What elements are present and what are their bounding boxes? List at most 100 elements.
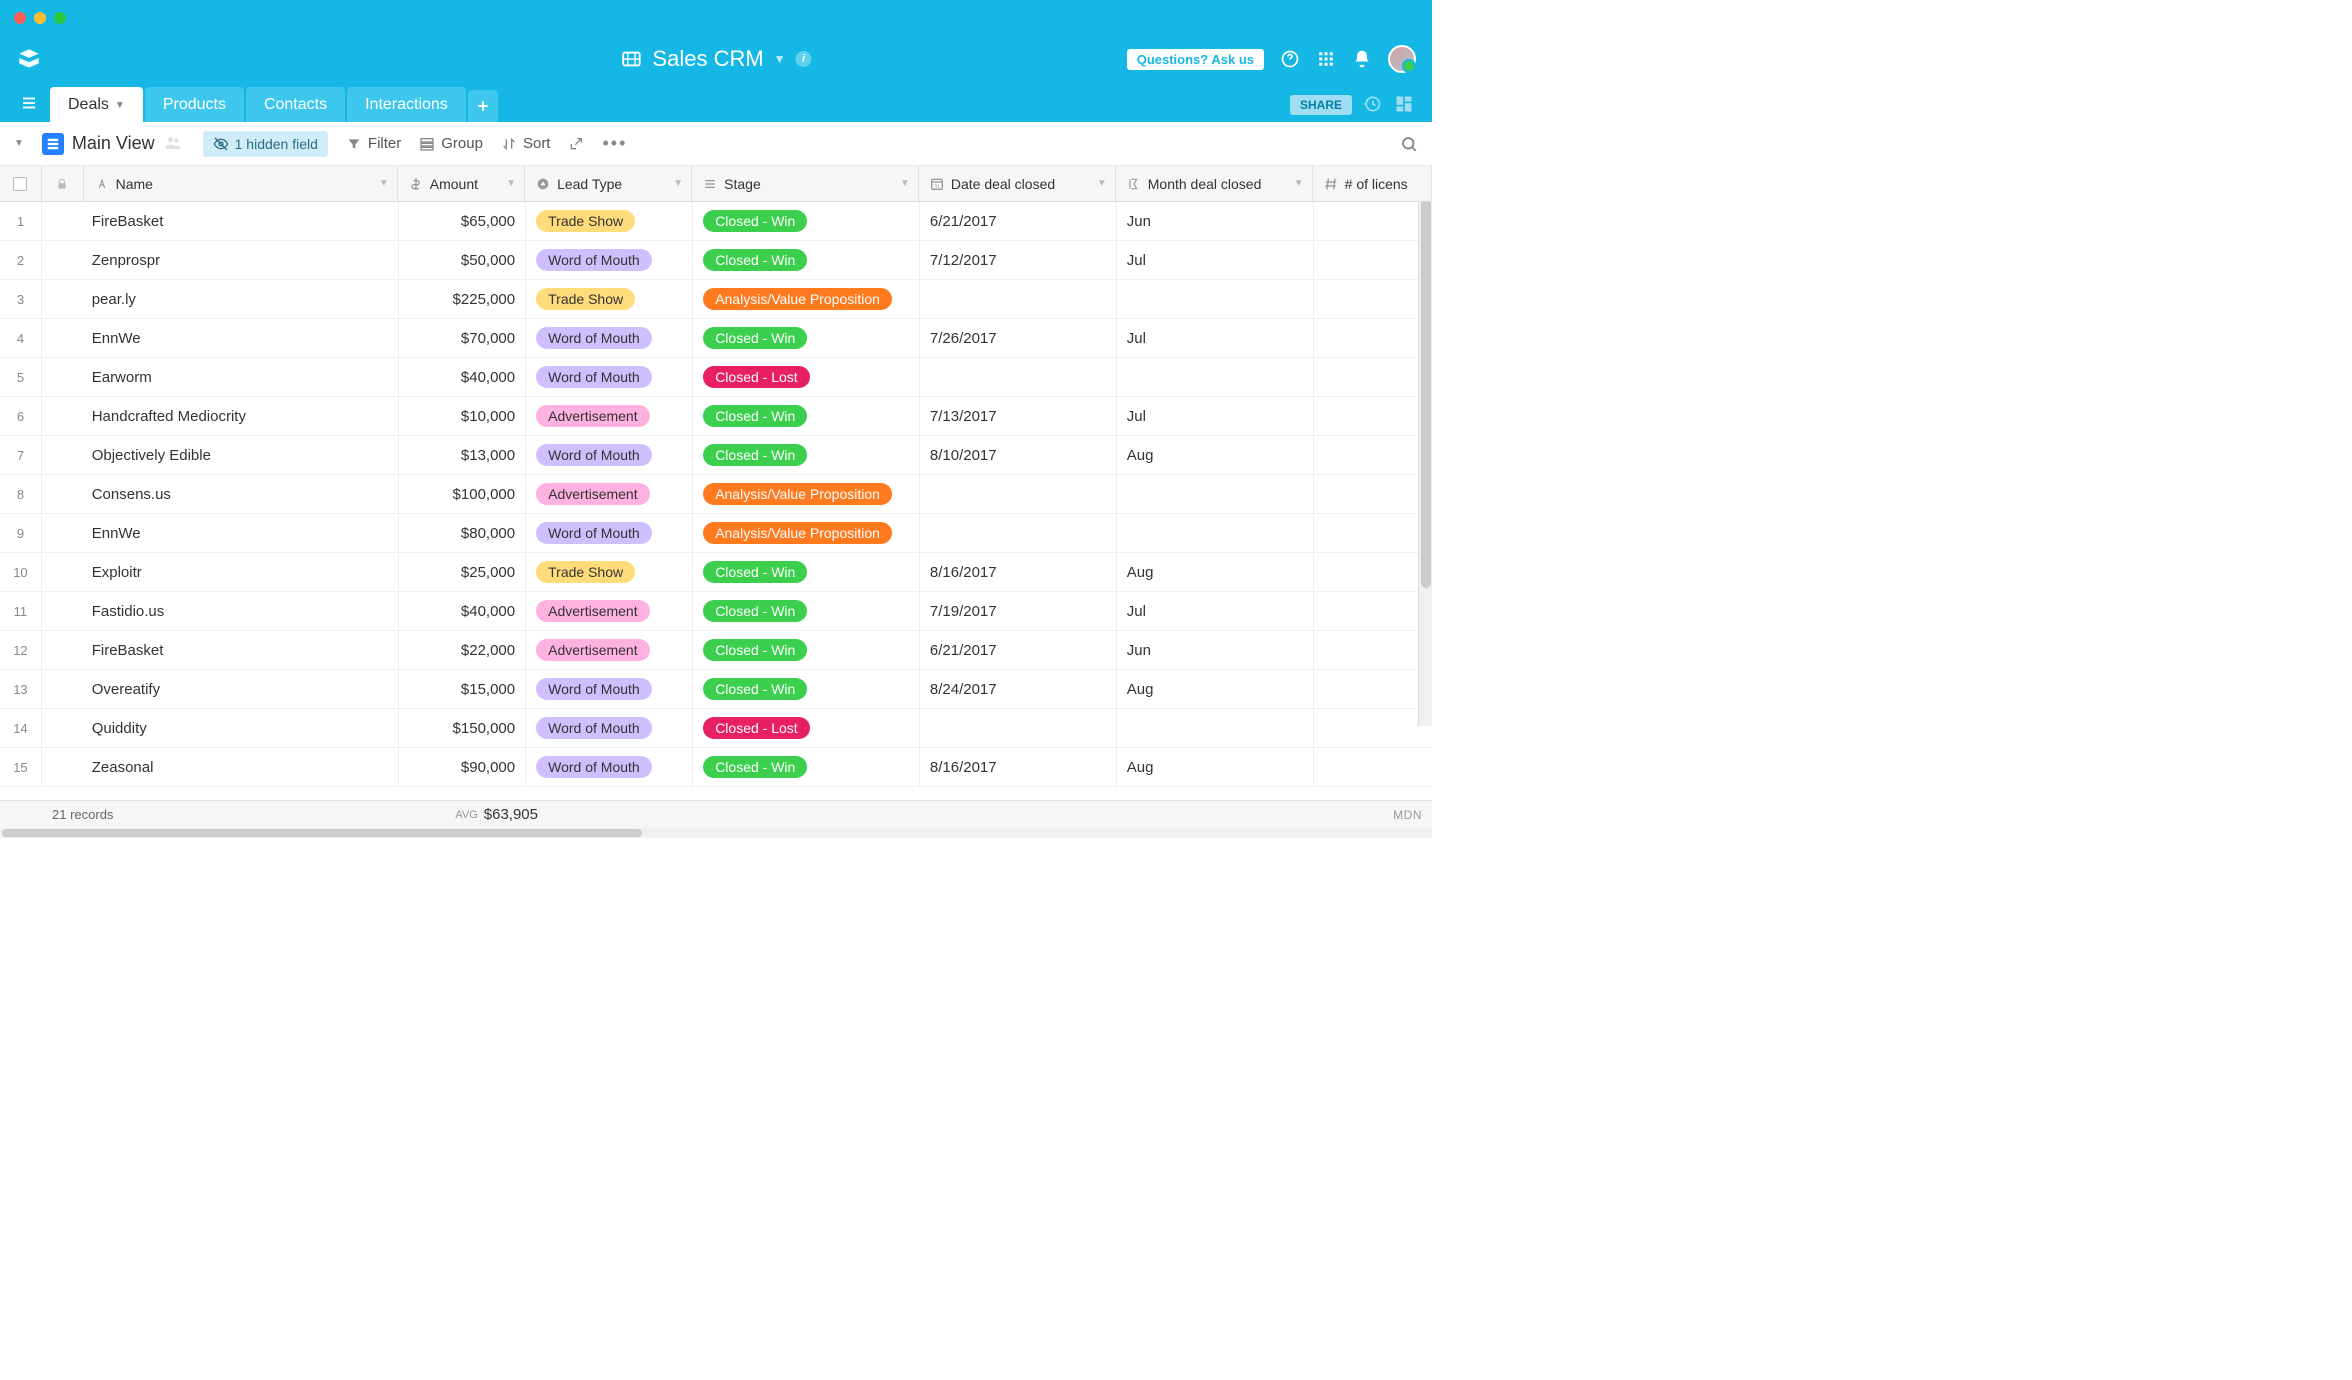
cell-amount[interactable]: $90,000 bbox=[398, 748, 525, 786]
chevron-down-icon[interactable]: ▼ bbox=[115, 100, 125, 111]
user-avatar[interactable] bbox=[1388, 45, 1416, 73]
cell-name[interactable]: Consens.us bbox=[84, 475, 398, 513]
ask-us-button[interactable]: Questions? Ask us bbox=[1127, 49, 1264, 70]
table-row[interactable]: 2Zenprospr$50,000Word of MouthClosed ‑ W… bbox=[0, 241, 1432, 280]
tab-contacts[interactable]: Contacts bbox=[246, 87, 345, 122]
cell-name[interactable]: Exploitr bbox=[84, 553, 398, 591]
table-row[interactable]: 5Earworm$40,000Word of MouthClosed ‑ Los… bbox=[0, 358, 1432, 397]
table-row[interactable]: 12FireBasket$22,000AdvertisementClosed ‑… bbox=[0, 631, 1432, 670]
cell-lead-type[interactable]: Trade Show bbox=[525, 202, 692, 240]
cell-stage[interactable]: Closed ‑ Win bbox=[692, 202, 919, 240]
cell-month-closed[interactable]: Aug bbox=[1116, 670, 1313, 708]
cell-licenses[interactable] bbox=[1313, 358, 1432, 396]
cell-date-closed[interactable]: 7/12/2017 bbox=[919, 241, 1116, 279]
cell-stage[interactable]: Closed ‑ Win bbox=[692, 241, 919, 279]
cell-licenses[interactable] bbox=[1313, 592, 1432, 630]
cell-date-closed[interactable] bbox=[919, 709, 1116, 747]
cell-date-closed[interactable]: 8/24/2017 bbox=[919, 670, 1116, 708]
cell-date-closed[interactable] bbox=[919, 280, 1116, 318]
cell-lead-type[interactable]: Word of Mouth bbox=[525, 358, 692, 396]
cell-licenses[interactable] bbox=[1313, 202, 1432, 240]
group-button[interactable]: Group bbox=[419, 135, 483, 152]
cell-month-closed[interactable]: Jun bbox=[1116, 631, 1313, 669]
sort-button[interactable]: Sort bbox=[501, 135, 551, 152]
cell-lead-type[interactable]: Advertisement bbox=[525, 631, 692, 669]
cell-name[interactable]: Objectively Edible bbox=[84, 436, 398, 474]
chevron-down-icon[interactable]: ▼ bbox=[1294, 178, 1304, 189]
blocks-icon[interactable] bbox=[1394, 94, 1416, 116]
cell-stage[interactable]: Analysis/Value Proposition bbox=[692, 475, 919, 513]
title-dropdown-icon[interactable]: ▼ bbox=[774, 52, 786, 66]
tab-deals[interactable]: Deals▼ bbox=[50, 87, 143, 122]
cell-lead-type[interactable]: Trade Show bbox=[525, 553, 692, 591]
cell-date-closed[interactable]: 7/26/2017 bbox=[919, 319, 1116, 357]
cell-month-closed[interactable]: Aug bbox=[1116, 436, 1313, 474]
chevron-down-icon[interactable]: ▼ bbox=[900, 178, 910, 189]
cell-amount[interactable]: $100,000 bbox=[398, 475, 525, 513]
cell-name[interactable]: pear.ly bbox=[84, 280, 398, 318]
cell-date-closed[interactable]: 8/16/2017 bbox=[919, 748, 1116, 786]
table-row[interactable]: 10Exploitr$25,000Trade ShowClosed ‑ Win8… bbox=[0, 553, 1432, 592]
cell-stage[interactable]: Closed ‑ Win bbox=[692, 748, 919, 786]
table-row[interactable]: 3pear.ly$225,000Trade ShowAnalysis/Value… bbox=[0, 280, 1432, 319]
cell-stage[interactable]: Analysis/Value Proposition bbox=[692, 514, 919, 552]
cell-amount[interactable]: $150,000 bbox=[398, 709, 525, 747]
cell-name[interactable]: Handcrafted Mediocrity bbox=[84, 397, 398, 435]
cell-licenses[interactable] bbox=[1313, 709, 1432, 747]
cell-month-closed[interactable]: Jul bbox=[1116, 241, 1313, 279]
cell-date-closed[interactable]: 7/19/2017 bbox=[919, 592, 1116, 630]
select-all-checkbox[interactable] bbox=[13, 177, 27, 191]
cell-amount[interactable]: $25,000 bbox=[398, 553, 525, 591]
cell-stage[interactable]: Closed ‑ Win bbox=[692, 670, 919, 708]
collaborators-icon[interactable] bbox=[163, 133, 185, 155]
cell-amount[interactable]: $40,000 bbox=[398, 592, 525, 630]
cell-stage[interactable]: Analysis/Value Proposition bbox=[692, 280, 919, 318]
cell-licenses[interactable] bbox=[1313, 436, 1432, 474]
table-row[interactable]: 7Objectively Edible$13,000Word of MouthC… bbox=[0, 436, 1432, 475]
table-row[interactable]: 4EnnWe$70,000Word of MouthClosed ‑ Win7/… bbox=[0, 319, 1432, 358]
tab-products[interactable]: Products bbox=[145, 87, 244, 122]
zoom-window-button[interactable] bbox=[54, 12, 66, 24]
cell-amount[interactable]: $65,000 bbox=[398, 202, 525, 240]
views-dropdown-icon[interactable]: ▼ bbox=[14, 138, 24, 149]
more-options-button[interactable]: ••• bbox=[602, 133, 627, 154]
table-row[interactable]: 8Consens.us$100,000AdvertisementAnalysis… bbox=[0, 475, 1432, 514]
cell-stage[interactable]: Closed ‑ Win bbox=[692, 631, 919, 669]
cell-licenses[interactable] bbox=[1313, 280, 1432, 318]
cell-licenses[interactable] bbox=[1313, 631, 1432, 669]
minimize-window-button[interactable] bbox=[34, 12, 46, 24]
vertical-scrollbar[interactable] bbox=[1418, 166, 1432, 726]
column-header-month-closed[interactable]: Month deal closed▼ bbox=[1116, 166, 1313, 201]
cell-name[interactable]: FireBasket bbox=[84, 202, 398, 240]
cell-amount[interactable]: $80,000 bbox=[398, 514, 525, 552]
table-row[interactable]: 11Fastidio.us$40,000AdvertisementClosed … bbox=[0, 592, 1432, 631]
cell-name[interactable]: Overeatify bbox=[84, 670, 398, 708]
cell-month-closed[interactable]: Aug bbox=[1116, 553, 1313, 591]
cell-date-closed[interactable]: 7/13/2017 bbox=[919, 397, 1116, 435]
hamburger-menu-button[interactable] bbox=[16, 88, 42, 118]
cell-name[interactable]: Zenprospr bbox=[84, 241, 398, 279]
cell-lead-type[interactable]: Trade Show bbox=[525, 280, 692, 318]
cell-amount[interactable]: $15,000 bbox=[398, 670, 525, 708]
cell-month-closed[interactable] bbox=[1116, 280, 1313, 318]
cell-amount[interactable]: $225,000 bbox=[398, 280, 525, 318]
cell-lead-type[interactable]: Advertisement bbox=[525, 592, 692, 630]
cell-licenses[interactable] bbox=[1313, 670, 1432, 708]
cell-name[interactable]: Fastidio.us bbox=[84, 592, 398, 630]
cell-date-closed[interactable]: 6/21/2017 bbox=[919, 202, 1116, 240]
cell-name[interactable]: EnnWe bbox=[84, 319, 398, 357]
cell-lead-type[interactable]: Word of Mouth bbox=[525, 748, 692, 786]
hidden-fields-button[interactable]: 1 hidden field bbox=[203, 131, 328, 157]
table-row[interactable]: 13Overeatify$15,000Word of MouthClosed ‑… bbox=[0, 670, 1432, 709]
cell-lead-type[interactable]: Word of Mouth bbox=[525, 241, 692, 279]
base-title[interactable]: Sales CRM bbox=[652, 46, 763, 72]
cell-month-closed[interactable] bbox=[1116, 358, 1313, 396]
cell-licenses[interactable] bbox=[1313, 319, 1432, 357]
cell-licenses[interactable] bbox=[1313, 397, 1432, 435]
cell-lead-type[interactable]: Word of Mouth bbox=[525, 514, 692, 552]
table-row[interactable]: 14Quiddity$150,000Word of MouthClosed ‑ … bbox=[0, 709, 1432, 748]
cell-lead-type[interactable]: Advertisement bbox=[525, 475, 692, 513]
share-button[interactable]: SHARE bbox=[1290, 95, 1352, 115]
cell-name[interactable]: Earworm bbox=[84, 358, 398, 396]
cell-month-closed[interactable] bbox=[1116, 514, 1313, 552]
